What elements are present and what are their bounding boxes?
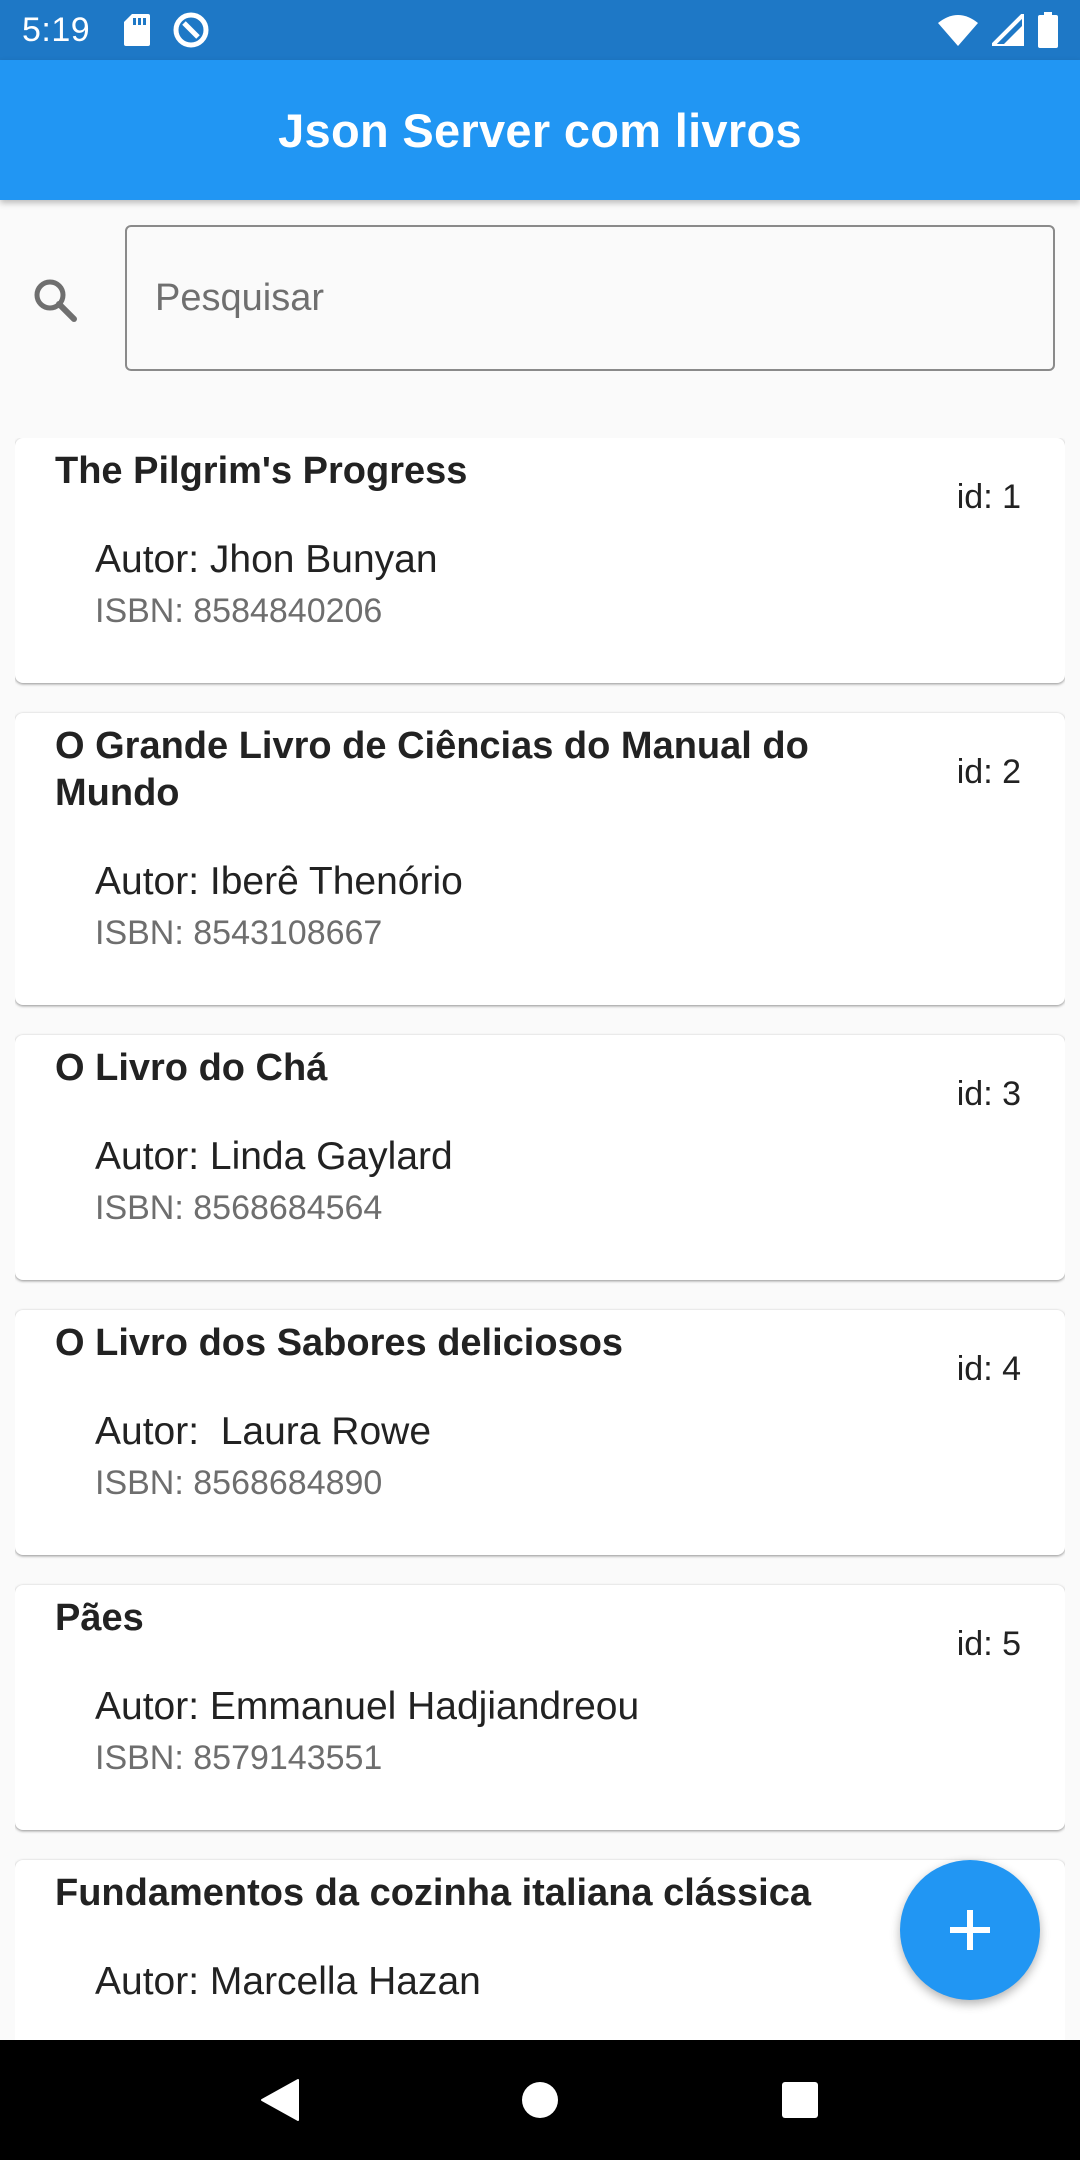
- app-bar: Json Server com livros: [0, 60, 1080, 200]
- status-bar: 5:19: [0, 0, 1080, 60]
- back-icon: [261, 2079, 299, 2121]
- book-title: O Livro do Chá: [55, 1047, 328, 1089]
- plus-icon: [950, 1910, 990, 1950]
- battery-icon: [1038, 12, 1058, 48]
- book-author: Autor: Marcella Hazan: [95, 1960, 481, 2003]
- recents-button[interactable]: [760, 2060, 840, 2140]
- book-author: Autor: Iberê Thenório: [95, 860, 463, 903]
- book-isbn: ISBN: 8579143551: [95, 1739, 383, 1777]
- book-title: The Pilgrim's Progress: [55, 450, 468, 492]
- search-icon: [34, 279, 77, 322]
- book-card[interactable]: O Grande Livro de Ciências do Manual do …: [15, 713, 1065, 1005]
- book-author: Autor: Emmanuel Hadjiandreou: [95, 1685, 640, 1728]
- signal-icon: [992, 14, 1024, 46]
- book-title: Pães: [55, 1597, 144, 1639]
- book-id: id: 1: [956, 478, 1021, 516]
- nav-bar: [0, 2040, 1080, 2160]
- book-isbn: ISBN: 8543108667: [95, 914, 383, 952]
- book-id: id: 4: [956, 1350, 1021, 1388]
- book-author: Autor: Laura Rowe: [95, 1410, 432, 1453]
- book-isbn: ISBN: 8568684564: [95, 1189, 383, 1227]
- screen: 5:19 Json Server com livros Pesquisar Th…: [0, 0, 1080, 2160]
- back-button[interactable]: [240, 2060, 320, 2140]
- status-time: 5:19: [22, 10, 91, 49]
- book-list[interactable]: The Pilgrim's Progress id: 1 Autor: Jhon…: [15, 438, 1065, 2040]
- book-card[interactable]: Pães id: 5 Autor: Emmanuel Hadjiandreou …: [15, 1585, 1065, 1830]
- book-author: Autor: Linda Gaylard: [95, 1135, 453, 1178]
- book-card[interactable]: The Pilgrim's Progress id: 1 Autor: Jhon…: [15, 438, 1065, 683]
- book-title: O Grande Livro de Ciências do Manual do …: [55, 725, 809, 814]
- book-card[interactable]: O Livro do Chá id: 3 Autor: Linda Gaylar…: [15, 1035, 1065, 1280]
- wifi-icon: [938, 15, 978, 46]
- search-row: [0, 225, 1080, 371]
- book-id: id: 3: [956, 1075, 1021, 1113]
- home-button[interactable]: [500, 2060, 580, 2140]
- book-title: Fundamentos da cozinha italiana clássica: [55, 1872, 812, 1914]
- status-left-icons: [124, 11, 210, 49]
- app-title: Json Server com livros: [278, 103, 802, 157]
- data-saver-icon: [173, 12, 209, 48]
- book-card[interactable]: O Livro dos Sabores deliciosos id: 4 Aut…: [15, 1310, 1065, 1555]
- book-id: id: 5: [956, 1625, 1021, 1663]
- book-title: O Livro dos Sabores deliciosos: [55, 1322, 624, 1364]
- search-input[interactable]: [125, 225, 1055, 371]
- sd-card-icon: [124, 14, 151, 46]
- home-icon: [522, 2082, 558, 2118]
- status-right-icons: [938, 12, 1058, 48]
- add-book-button[interactable]: [900, 1860, 1040, 2000]
- book-id: id: 2: [956, 753, 1021, 791]
- book-isbn: ISBN: 8584840206: [95, 592, 383, 630]
- book-author: Autor: Jhon Bunyan: [95, 538, 438, 581]
- book-isbn: ISBN: 8568684890: [95, 1464, 383, 1502]
- recents-icon: [782, 2082, 818, 2118]
